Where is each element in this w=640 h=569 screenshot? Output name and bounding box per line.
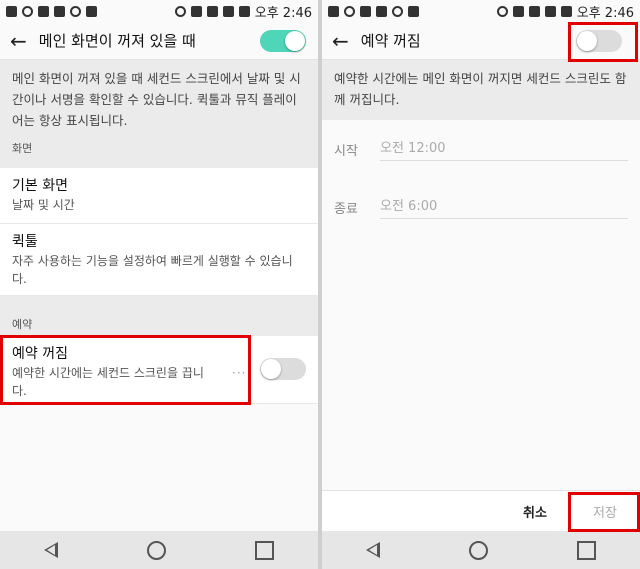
notification-icon — [328, 5, 339, 17]
status-time: 오후 2:46 — [576, 5, 634, 21]
sync-icon — [344, 5, 355, 17]
image-icon — [360, 5, 371, 17]
phone-icon — [54, 5, 65, 17]
page-title: 예약 꺼짐 — [360, 32, 421, 50]
settings-icon — [70, 5, 81, 17]
settings-screen: 오후 2:46 ← 메인 화면이 꺼져 있을 때 메인 화면이 꺼져 있을 때 … — [0, 0, 318, 569]
rotate-icon — [174, 5, 186, 17]
mic-icon — [408, 5, 419, 17]
back-arrow-icon[interactable]: ← — [332, 31, 349, 51]
item-title: 기본 화면 — [12, 178, 68, 194]
save-button[interactable]: 저장 — [570, 502, 640, 521]
notification-icon — [6, 5, 17, 17]
description: 메인 화면이 꺼져 있을 때 세컨드 스크린에서 날짜 및 시간이나 서명을 확… — [0, 60, 318, 128]
nav-back-icon[interactable] — [44, 542, 59, 558]
item-subtitle: 날짜 및 시간 — [12, 198, 75, 212]
signal-icon — [544, 5, 556, 17]
phone-icon — [376, 5, 387, 17]
cancel-button[interactable]: 취소 — [500, 502, 570, 521]
section-header-screen: 화면 — [0, 128, 318, 168]
image-icon — [38, 5, 49, 17]
nfc-icon — [190, 5, 202, 17]
action-bar: 취소 저장 — [322, 490, 640, 531]
item-title: 퀵툴 — [12, 234, 38, 250]
mic-icon — [86, 5, 97, 17]
list-item-scheduled-off[interactable]: 예약 꺼짐 예약한 시간에는 세컨드 스크린을 끕니다. ··· — [0, 336, 318, 404]
wifi-icon — [528, 5, 540, 17]
app-bar: ← 메인 화면이 꺼져 있을 때 — [0, 22, 318, 60]
start-label: 시작 — [334, 143, 358, 159]
end-time-row[interactable]: 종료 오전 6:00 — [322, 178, 640, 236]
wifi-icon — [206, 5, 218, 17]
scheduled-off-toggle[interactable] — [260, 358, 306, 380]
sync-icon — [22, 5, 33, 17]
navigation-bar — [0, 531, 318, 569]
status-bar: 오후 2:46 — [322, 0, 640, 22]
list-item-quick-tools[interactable]: 퀵툴 자주 사용하는 기능을 설정하여 빠르게 실행할 수 있습니다. — [0, 224, 318, 296]
nav-back-icon[interactable] — [366, 542, 381, 558]
back-arrow-icon[interactable]: ← — [10, 31, 27, 51]
battery-icon — [238, 5, 250, 17]
section-header-schedule: 예약 — [0, 296, 318, 336]
nfc-icon — [512, 5, 524, 17]
schedule-screen: 오후 2:46 ← 예약 꺼짐 예약한 시간에는 메인 화면이 꺼지면 세컨드 … — [322, 0, 640, 569]
nav-recent-apps-icon[interactable] — [576, 540, 596, 560]
list-item-default-screen[interactable]: 기본 화면 날짜 및 시간 — [0, 168, 318, 224]
battery-icon — [560, 5, 572, 17]
start-time-value[interactable]: 오전 12:00 — [380, 137, 628, 161]
description: 예약한 시간에는 메인 화면이 꺼지면 세컨드 스크린도 함께 꺼집니다. — [322, 60, 640, 120]
app-bar: ← 예약 꺼짐 — [322, 22, 640, 60]
signal-icon — [222, 5, 234, 17]
start-time-row[interactable]: 시작 오전 12:00 — [322, 120, 640, 178]
end-time-value[interactable]: 오전 6:00 — [380, 195, 628, 219]
more-dots-icon: ··· — [232, 366, 247, 380]
nav-recent-apps-icon[interactable] — [254, 540, 274, 560]
scheduled-off-toggle[interactable] — [576, 30, 622, 52]
navigation-bar — [322, 531, 640, 569]
end-label: 종료 — [334, 201, 358, 217]
item-subtitle: 예약한 시간에는 세컨드 스크린을 끕니다. — [12, 366, 204, 398]
nav-home-icon[interactable] — [468, 540, 488, 560]
page-title: 메인 화면이 꺼져 있을 때 — [38, 32, 196, 50]
settings-icon — [392, 5, 403, 17]
rotate-icon — [496, 5, 508, 17]
second-screen-toggle[interactable] — [260, 30, 306, 52]
item-subtitle: 자주 사용하는 기능을 설정하여 빠르게 실행할 수 있습니다. — [12, 254, 293, 286]
status-time: 오후 2:46 — [254, 5, 312, 21]
status-bar: 오후 2:46 — [0, 0, 318, 22]
nav-home-icon[interactable] — [146, 540, 166, 560]
